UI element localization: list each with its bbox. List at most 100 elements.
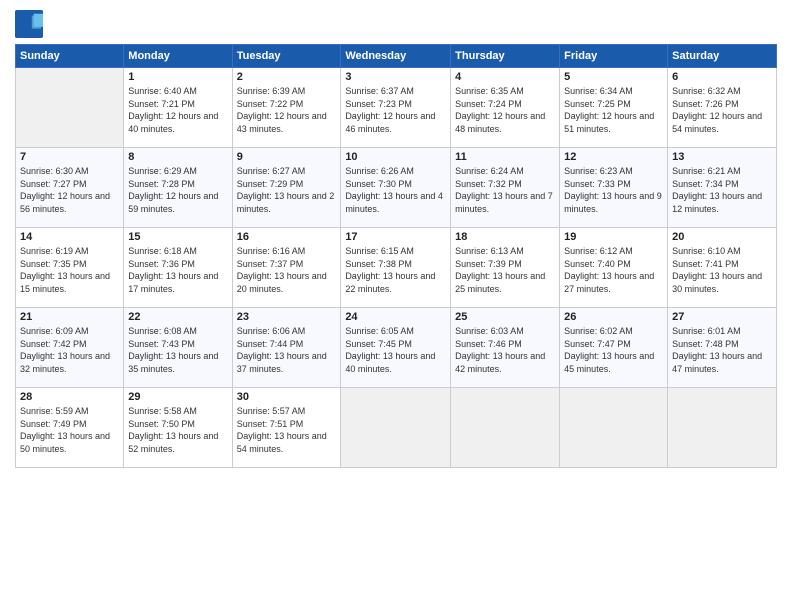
day-number: 23 bbox=[237, 311, 337, 323]
day-number: 14 bbox=[20, 231, 119, 243]
header-cell-saturday: Saturday bbox=[668, 45, 777, 68]
calendar-cell: 28 Sunrise: 5:59 AMSunset: 7:49 PMDayligh… bbox=[16, 388, 124, 468]
calendar-cell: 26Sunrise: 6:02 AMSunset: 7:47 PMDayligh… bbox=[560, 308, 668, 388]
calendar-cell: 17Sunrise: 6:15 AMSunset: 7:38 PMDayligh… bbox=[341, 228, 451, 308]
header-cell-tuesday: Tuesday bbox=[232, 45, 341, 68]
day-info: Sunrise: 6:16 AMSunset: 7:37 PMDaylight:… bbox=[237, 245, 337, 295]
calendar-cell bbox=[560, 388, 668, 468]
calendar-cell: 10Sunrise: 6:26 AMSunset: 7:30 PMDayligh… bbox=[341, 148, 451, 228]
week-row-0: 1Sunrise: 6:40 AMSunset: 7:21 PMDaylight… bbox=[16, 68, 777, 148]
day-info: Sunrise: 6:18 AMSunset: 7:36 PMDaylight:… bbox=[128, 245, 227, 295]
day-number: 19 bbox=[564, 231, 663, 243]
calendar-cell: 2 Sunrise: 6:39 AMSunset: 7:22 PMDaylight… bbox=[232, 68, 341, 148]
header-cell-sunday: Sunday bbox=[16, 45, 124, 68]
calendar-cell: 21Sunrise: 6:09 AMSunset: 7:42 PMDayligh… bbox=[16, 308, 124, 388]
calendar-header: SundayMondayTuesdayWednesdayThursdayFrid… bbox=[16, 45, 777, 68]
day-info: Sunrise: 6:05 AMSunset: 7:45 PMDaylight:… bbox=[345, 325, 446, 375]
day-number: 27 bbox=[672, 311, 772, 323]
day-number: 21 bbox=[20, 311, 119, 323]
calendar-cell bbox=[16, 68, 124, 148]
day-number: 12 bbox=[564, 151, 663, 163]
logo-icon bbox=[15, 10, 43, 38]
calendar-cell bbox=[341, 388, 451, 468]
calendar-cell: 22 Sunrise: 6:08 AMSunset: 7:43 PMDayligh… bbox=[124, 308, 232, 388]
day-number: 24 bbox=[345, 311, 446, 323]
day-number: 5 bbox=[564, 71, 663, 83]
day-info: Sunrise: 6:29 AMSunset: 7:28 PMDaylight:… bbox=[128, 165, 227, 215]
calendar-cell: 11 Sunrise: 6:24 AMSunset: 7:32 PMDayligh… bbox=[451, 148, 560, 228]
header-cell-thursday: Thursday bbox=[451, 45, 560, 68]
calendar-cell: 3 Sunrise: 6:37 AMSunset: 7:23 PMDaylight… bbox=[341, 68, 451, 148]
calendar-cell: 14 Sunrise: 6:19 AMSunset: 7:35 PMDayligh… bbox=[16, 228, 124, 308]
day-info: Sunrise: 6:35 AMSunset: 7:24 PMDaylight:… bbox=[455, 85, 555, 135]
day-number: 22 bbox=[128, 311, 227, 323]
day-info: Sunrise: 6:13 AMSunset: 7:39 PMDaylight:… bbox=[455, 245, 555, 295]
day-number: 2 bbox=[237, 71, 337, 83]
day-info: Sunrise: 6:03 AMSunset: 7:46 PMDaylight:… bbox=[455, 325, 555, 375]
week-row-2: 14 Sunrise: 6:19 AMSunset: 7:35 PMDayligh… bbox=[16, 228, 777, 308]
day-number: 11 bbox=[455, 151, 555, 163]
day-number: 18 bbox=[455, 231, 555, 243]
day-info: Sunrise: 6:08 AMSunset: 7:43 PMDaylight:… bbox=[128, 325, 227, 375]
day-number: 3 bbox=[345, 71, 446, 83]
day-number: 8 bbox=[128, 151, 227, 163]
page: SundayMondayTuesdayWednesdayThursdayFrid… bbox=[0, 0, 792, 612]
day-info: Sunrise: 6:06 AMSunset: 7:44 PMDaylight:… bbox=[237, 325, 337, 375]
calendar-cell: 25 Sunrise: 6:03 AMSunset: 7:46 PMDayligh… bbox=[451, 308, 560, 388]
day-info: Sunrise: 6:21 AMSunset: 7:34 PMDaylight:… bbox=[672, 165, 772, 215]
day-info: Sunrise: 5:58 AMSunset: 7:50 PMDaylight:… bbox=[128, 405, 227, 455]
header-cell-monday: Monday bbox=[124, 45, 232, 68]
calendar-cell: 4 Sunrise: 6:35 AMSunset: 7:24 PMDaylight… bbox=[451, 68, 560, 148]
day-info: Sunrise: 6:32 AMSunset: 7:26 PMDaylight:… bbox=[672, 85, 772, 135]
day-info: Sunrise: 5:59 AMSunset: 7:49 PMDaylight:… bbox=[20, 405, 119, 455]
day-info: Sunrise: 6:34 AMSunset: 7:25 PMDaylight:… bbox=[564, 85, 663, 135]
week-row-1: 7 Sunrise: 6:30 AMSunset: 7:27 PMDaylight… bbox=[16, 148, 777, 228]
calendar-body: 1Sunrise: 6:40 AMSunset: 7:21 PMDaylight… bbox=[16, 68, 777, 468]
day-info: Sunrise: 6:27 AMSunset: 7:29 PMDaylight:… bbox=[237, 165, 337, 215]
calendar-cell: 30Sunrise: 5:57 AMSunset: 7:51 PMDayligh… bbox=[232, 388, 341, 468]
calendar-cell: 23 Sunrise: 6:06 AMSunset: 7:44 PMDayligh… bbox=[232, 308, 341, 388]
day-number: 6 bbox=[672, 71, 772, 83]
day-number: 20 bbox=[672, 231, 772, 243]
calendar-cell: 19Sunrise: 6:12 AMSunset: 7:40 PMDayligh… bbox=[560, 228, 668, 308]
day-info: Sunrise: 6:19 AMSunset: 7:35 PMDaylight:… bbox=[20, 245, 119, 295]
day-number: 15 bbox=[128, 231, 227, 243]
day-info: Sunrise: 6:23 AMSunset: 7:33 PMDaylight:… bbox=[564, 165, 663, 215]
week-row-4: 28 Sunrise: 5:59 AMSunset: 7:49 PMDayligh… bbox=[16, 388, 777, 468]
header-row: SundayMondayTuesdayWednesdayThursdayFrid… bbox=[16, 45, 777, 68]
calendar-table: SundayMondayTuesdayWednesdayThursdayFrid… bbox=[15, 44, 777, 468]
day-number: 13 bbox=[672, 151, 772, 163]
calendar-cell: 18 Sunrise: 6:13 AMSunset: 7:39 PMDayligh… bbox=[451, 228, 560, 308]
day-number: 7 bbox=[20, 151, 119, 163]
calendar-cell: 15 Sunrise: 6:18 AMSunset: 7:36 PMDayligh… bbox=[124, 228, 232, 308]
day-number: 28 bbox=[20, 391, 119, 403]
calendar-cell: 1Sunrise: 6:40 AMSunset: 7:21 PMDaylight… bbox=[124, 68, 232, 148]
header-cell-wednesday: Wednesday bbox=[341, 45, 451, 68]
week-row-3: 21Sunrise: 6:09 AMSunset: 7:42 PMDayligh… bbox=[16, 308, 777, 388]
calendar-cell: 6 Sunrise: 6:32 AMSunset: 7:26 PMDaylight… bbox=[668, 68, 777, 148]
header bbox=[15, 10, 777, 38]
calendar-cell: 27 Sunrise: 6:01 AMSunset: 7:48 PMDayligh… bbox=[668, 308, 777, 388]
day-number: 25 bbox=[455, 311, 555, 323]
day-number: 4 bbox=[455, 71, 555, 83]
day-info: Sunrise: 6:30 AMSunset: 7:27 PMDaylight:… bbox=[20, 165, 119, 215]
calendar-cell: 5 Sunrise: 6:34 AMSunset: 7:25 PMDaylight… bbox=[560, 68, 668, 148]
day-number: 10 bbox=[345, 151, 446, 163]
day-number: 9 bbox=[237, 151, 337, 163]
calendar-cell: 24 Sunrise: 6:05 AMSunset: 7:45 PMDayligh… bbox=[341, 308, 451, 388]
day-info: Sunrise: 6:10 AMSunset: 7:41 PMDaylight:… bbox=[672, 245, 772, 295]
calendar-cell bbox=[668, 388, 777, 468]
day-info: Sunrise: 6:15 AMSunset: 7:38 PMDaylight:… bbox=[345, 245, 446, 295]
day-info: Sunrise: 6:39 AMSunset: 7:22 PMDaylight:… bbox=[237, 85, 337, 135]
calendar-cell: 29Sunrise: 5:58 AMSunset: 7:50 PMDayligh… bbox=[124, 388, 232, 468]
calendar-cell: 16Sunrise: 6:16 AMSunset: 7:37 PMDayligh… bbox=[232, 228, 341, 308]
day-info: Sunrise: 6:37 AMSunset: 7:23 PMDaylight:… bbox=[345, 85, 446, 135]
day-info: Sunrise: 5:57 AMSunset: 7:51 PMDaylight:… bbox=[237, 405, 337, 455]
logo bbox=[15, 10, 47, 38]
calendar-cell: 20 Sunrise: 6:10 AMSunset: 7:41 PMDayligh… bbox=[668, 228, 777, 308]
calendar-cell: 8 Sunrise: 6:29 AMSunset: 7:28 PMDaylight… bbox=[124, 148, 232, 228]
day-info: Sunrise: 6:01 AMSunset: 7:48 PMDaylight:… bbox=[672, 325, 772, 375]
calendar-cell: 9 Sunrise: 6:27 AMSunset: 7:29 PMDaylight… bbox=[232, 148, 341, 228]
calendar-cell: 13 Sunrise: 6:21 AMSunset: 7:34 PMDayligh… bbox=[668, 148, 777, 228]
day-info: Sunrise: 6:24 AMSunset: 7:32 PMDaylight:… bbox=[455, 165, 555, 215]
